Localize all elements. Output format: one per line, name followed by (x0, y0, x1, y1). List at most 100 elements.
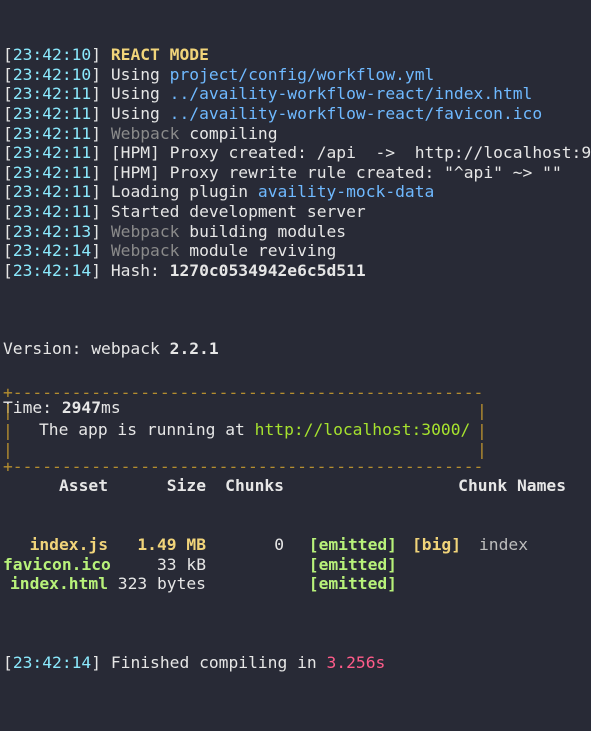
log-timestamp: 23:42:10 (12, 45, 92, 65)
asset-table-header: Asset Size Chunks Chunk Names (3, 476, 591, 496)
table-row: index.js 1.49 MB 0 [emitted] [big] index (3, 535, 591, 555)
log-line: [23:42:14] Hash: 1270c0534942e6c5d511 (3, 261, 591, 281)
log-message-part: Webpack (110, 241, 180, 261)
log-message-part: Webpack (110, 221, 180, 241)
timestamp-open-bracket: [ (3, 162, 13, 182)
log-message-part: building modules (179, 221, 347, 241)
log-timestamp: 23:42:11 (12, 123, 92, 143)
log-message-part: availity-mock-data (257, 182, 435, 202)
log-timestamp: 23:42:11 (12, 143, 92, 163)
header-chunk-names: Chunk Names (458, 476, 566, 496)
log-timestamp: 23:42:10 (12, 64, 92, 84)
version-line: Version: webpack 2.2.1 (3, 339, 591, 359)
timestamp-close-bracket: ] (91, 45, 111, 65)
log-line: [23:42:11] Using ../availity-workflow-re… (3, 84, 591, 104)
log-message-part: REACT MODE (110, 45, 209, 65)
asset-size: 1.49 MB (137, 535, 206, 555)
asset-size: 33 kB (156, 554, 206, 574)
timestamp-close-bracket: ] (91, 182, 111, 202)
running-banner: +---------------------------------------… (3, 383, 487, 475)
table-row: favicon.ico 33 kB [emitted] (3, 555, 591, 575)
log-line: [23:42:10] Using project/config/workflow… (3, 65, 591, 85)
log-message-part: 1270c0534942e6c5d511 (169, 260, 366, 280)
log-line: [23:42:11] Webpack compiling (3, 124, 591, 144)
log-message-part: module reviving (179, 241, 337, 261)
log-message-part: Using (110, 64, 170, 84)
terminal-window: [23:42:10] REACT MODE [23:42:10] Using pr… (0, 0, 591, 671)
asset-status: [emitted] (308, 574, 397, 594)
log-message-part: Loading plugin (110, 182, 258, 202)
asset-name: favicon.ico (3, 554, 111, 574)
banner-message: The app is running at http://localhost:3… (39, 420, 470, 440)
finish-line: [23:42:14] Finished compiling in 3.256s (3, 652, 386, 672)
finish-text: Finished compiling in (110, 652, 327, 672)
log-message-part: [HPM] Proxy created: /api -> http://loca… (110, 143, 591, 163)
banner-top-border: +---------------------------------------… (3, 383, 485, 401)
asset-size: 323 bytes (117, 574, 206, 594)
header-chunks: Chunks (225, 476, 284, 496)
asset-name: index.js (29, 535, 108, 555)
version-value: 2.2.1 (169, 339, 219, 359)
timestamp-open-bracket: [ (3, 241, 13, 261)
timestamp-open-bracket: [ (3, 221, 13, 241)
asset-chunk-name: index (479, 535, 529, 555)
timestamp-close-bracket: ] (91, 84, 111, 104)
timestamp-close-bracket: ] (91, 221, 111, 241)
timestamp-open-bracket: [ (3, 143, 13, 163)
log-timestamp: 23:42:11 (12, 182, 92, 202)
log-message-part: Using (110, 103, 170, 123)
timestamp-close-bracket: ] (91, 162, 111, 182)
log-message-part: [HPM] Proxy rewrite rule created: "^api"… (110, 162, 562, 182)
log-message-part: ../availity-workflow-react/favicon.ico (169, 103, 543, 123)
banner-left-border: | | | (3, 401, 13, 460)
log-line: [23:42:11] Using ../availity-workflow-re… (3, 104, 591, 124)
finish-duration: 3.256s (326, 652, 386, 672)
banner-url[interactable]: http://localhost:3000/ (255, 420, 471, 439)
log-timestamp: 23:42:14 (12, 241, 92, 261)
asset-flag: [big] (411, 535, 461, 555)
banner-right-border: | | | (477, 401, 487, 460)
log-line: [23:42:11] [HPM] Proxy rewrite rule crea… (3, 163, 591, 183)
log-message-part: Started development server (110, 201, 366, 221)
log-timestamp: 23:42:11 (12, 162, 92, 182)
timestamp-open-bracket: [ (3, 260, 13, 280)
timestamp-open-bracket: [ (3, 45, 13, 65)
finish-timestamp: 23:42:14 (12, 652, 92, 672)
log-line: [23:42:11] [HPM] Proxy created: /api -> … (3, 143, 591, 163)
timestamp-open-bracket: [ (3, 103, 13, 123)
log-line: [23:42:13] Webpack building modules (3, 222, 591, 242)
timestamp-close-bracket: ] (91, 241, 111, 261)
log-output: [23:42:10] REACT MODE [23:42:10] Using pr… (3, 45, 591, 280)
asset-status: [emitted] (308, 535, 397, 555)
log-message-part: Hash: (110, 260, 170, 280)
log-message-part: project/config/workflow.yml (169, 64, 435, 84)
log-timestamp: 23:42:11 (12, 201, 92, 221)
asset-status: [emitted] (308, 554, 397, 574)
log-timestamp: 23:42:14 (12, 260, 92, 280)
log-timestamp: 23:42:11 (12, 103, 92, 123)
log-line: [23:42:10] REACT MODE (3, 45, 591, 65)
log-message-part: ../availity-workflow-react/index.html (169, 84, 533, 104)
log-timestamp: 23:42:11 (12, 84, 92, 104)
banner-prefix: The app is running at (39, 420, 255, 439)
version-label: Version: webpack (3, 339, 170, 359)
banner-bottom-border: +---------------------------------------… (3, 457, 485, 475)
log-message-part: Using (110, 84, 170, 104)
timestamp-close-bracket: ] (91, 143, 111, 163)
timestamp-open-bracket: [ (3, 182, 13, 202)
asset-chunks: 0 (274, 535, 284, 555)
log-message-part: Webpack (110, 123, 180, 143)
table-row: index.html 323 bytes [emitted] (3, 574, 591, 594)
timestamp-open-bracket: [ (3, 123, 13, 143)
asset-name: index.html (9, 574, 108, 594)
log-line: [23:42:14] Webpack module reviving (3, 241, 591, 261)
timestamp-close-bracket: ] (91, 260, 111, 280)
timestamp-open-bracket: [ (3, 84, 13, 104)
timestamp-close-bracket: ] (91, 201, 111, 221)
timestamp-open-bracket: [ (3, 201, 13, 221)
header-size: Size (166, 476, 206, 496)
log-line: [23:42:11] Loading plugin availity-mock-… (3, 182, 591, 202)
log-message-part: compiling (179, 123, 278, 143)
asset-table-body: index.js 1.49 MB 0 [emitted] [big] index favic… (3, 535, 591, 594)
timestamp-open-bracket: [ (3, 64, 13, 84)
